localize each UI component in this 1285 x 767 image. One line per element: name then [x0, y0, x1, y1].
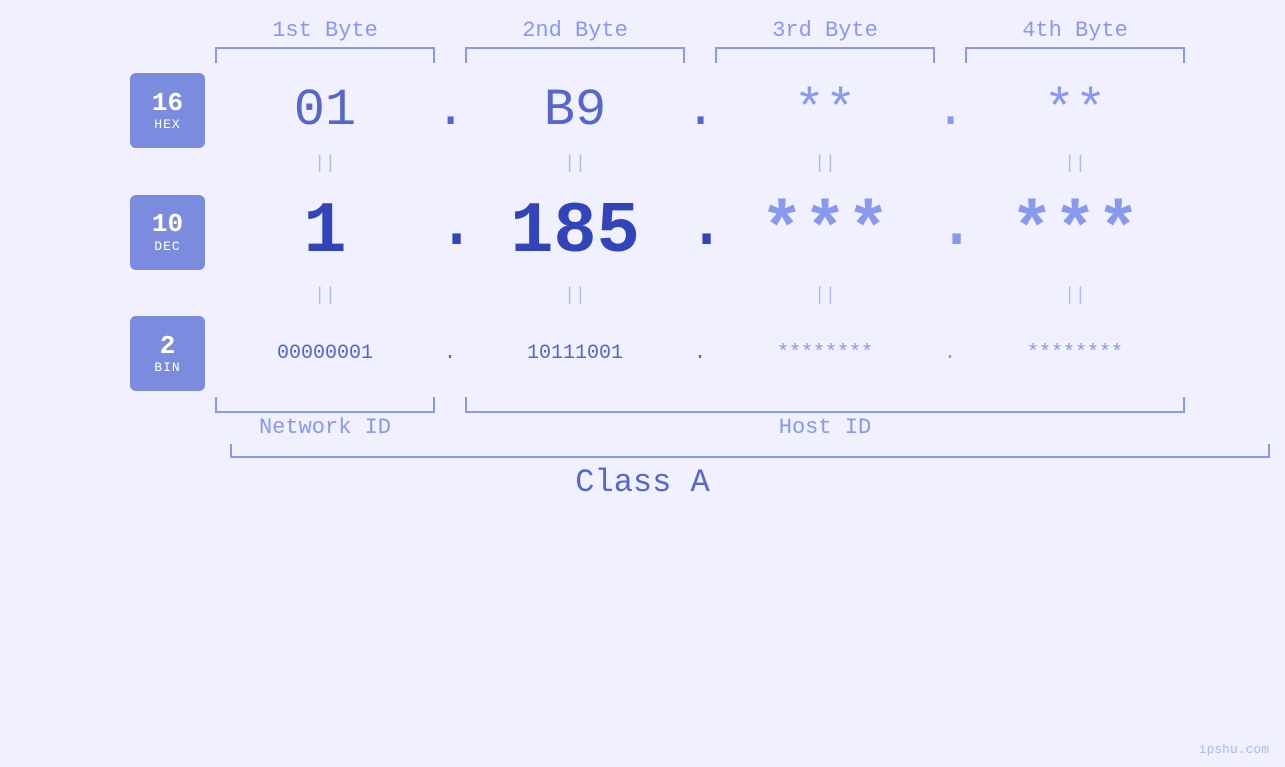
dec-sep1: . — [435, 184, 465, 280]
dec-badge-text: DEC — [154, 239, 180, 254]
hex-sep2: . — [685, 81, 715, 140]
hex-byte2: B9 — [465, 81, 685, 140]
bin-byte4: ******** — [965, 342, 1185, 365]
dec-byte3: *** — [715, 191, 935, 273]
eq1-byte3: || — [715, 154, 935, 174]
bin-badge-number: 2 — [160, 332, 176, 361]
network-id-label: Network ID — [215, 415, 435, 440]
hex-byte1: 01 — [215, 81, 435, 140]
dec-sep3: . — [935, 184, 965, 280]
bin-byte1: 00000001 — [215, 342, 435, 365]
byte3-top-bracket — [715, 47, 935, 63]
dec-byte4: *** — [965, 191, 1185, 273]
eq2-byte1: || — [215, 286, 435, 306]
class-label: Class A — [575, 464, 709, 501]
byte2-label: 2nd Byte — [465, 18, 685, 43]
hex-byte4: ** — [965, 81, 1185, 140]
hex-sep3: . — [935, 81, 965, 140]
watermark: ipshu.com — [1199, 742, 1269, 757]
eq1-byte2: || — [465, 154, 685, 174]
eq1-byte4: || — [965, 154, 1185, 174]
hex-badge: 16 HEX — [130, 73, 205, 148]
eq2-byte2: || — [465, 286, 685, 306]
host-id-label: Host ID — [465, 415, 1185, 440]
main-container: 1st Byte 2nd Byte 3rd Byte 4th Byte 16 H… — [0, 0, 1285, 767]
dec-byte1: 1 — [215, 191, 435, 273]
eq2-byte4: || — [965, 286, 1185, 306]
byte4-top-bracket — [965, 47, 1185, 63]
dec-badge: 10 DEC — [130, 195, 205, 270]
dec-sep2: . — [685, 184, 715, 280]
bin-badge: 2 BIN — [130, 316, 205, 391]
eq2-byte3: || — [715, 286, 935, 306]
network-id-bottom-bracket — [215, 397, 435, 413]
bin-byte3: ******** — [715, 342, 935, 365]
byte4-label: 4th Byte — [965, 18, 1185, 43]
byte1-label: 1st Byte — [215, 18, 435, 43]
hex-sep1: . — [435, 81, 465, 140]
hex-badge-number: 16 — [152, 89, 183, 118]
bin-sep2: . — [685, 342, 715, 365]
dec-badge-number: 10 — [152, 210, 183, 239]
bin-badge-text: BIN — [154, 360, 180, 375]
host-id-bottom-bracket — [465, 397, 1185, 413]
hex-byte3: ** — [715, 81, 935, 140]
bin-byte2: 10111001 — [465, 342, 685, 365]
byte3-label: 3rd Byte — [715, 18, 935, 43]
eq1-byte1: || — [215, 154, 435, 174]
bin-sep1: . — [435, 342, 465, 365]
dec-byte2: 185 — [465, 191, 685, 273]
hex-badge-text: HEX — [154, 117, 180, 132]
byte1-top-bracket — [215, 47, 435, 63]
bin-sep3: . — [935, 342, 965, 365]
byte2-top-bracket — [465, 47, 685, 63]
